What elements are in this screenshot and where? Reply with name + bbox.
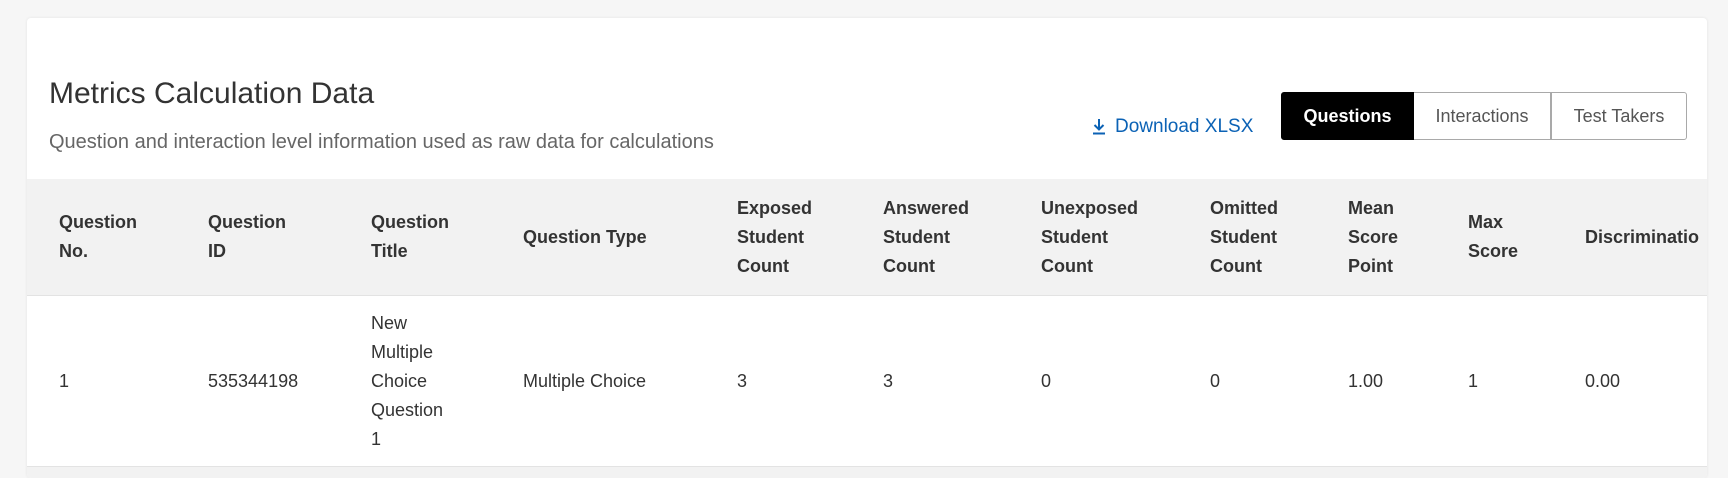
table-row: 1 535344198 New Multiple Choice Question… — [27, 296, 1707, 467]
cell-discrimination: 0.00 — [1585, 370, 1621, 391]
table-header-row: Question No. Question ID Question Title … — [27, 179, 1707, 296]
cell-question-no: 1 — [59, 370, 70, 391]
table-footer-strip — [27, 467, 1707, 478]
view-toggle: Questions Interactions Test Takers — [1281, 92, 1687, 140]
page-subtitle: Question and interaction level informati… — [49, 131, 714, 153]
cell-question-title: New Multiple Choice Question 1 — [371, 312, 444, 449]
cell-mean-score-point: 1.00 — [1348, 370, 1384, 391]
column-header-max-score[interactable]: Max Score — [1468, 179, 1518, 295]
column-header-question-no[interactable]: Question No. — [59, 179, 137, 295]
tab-test-takers[interactable]: Test Takers — [1551, 92, 1687, 140]
download-label: Download XLSX — [1115, 116, 1254, 137]
page-title: Metrics Calculation Data — [49, 77, 375, 110]
column-header-unexposed-student-count[interactable]: Unexposed Student Count — [1041, 179, 1138, 295]
cell-question-type: Multiple Choice — [523, 370, 647, 391]
cell-exposed-student-count: 3 — [737, 370, 748, 391]
cell-max-score: 1 — [1468, 370, 1479, 391]
column-header-question-type[interactable]: Question Type — [523, 179, 647, 295]
cell-unexposed-student-count: 0 — [1041, 370, 1052, 391]
cell-answered-student-count: 3 — [883, 370, 894, 391]
column-header-omitted-student-count[interactable]: Omitted Student Count — [1210, 179, 1278, 295]
tab-questions[interactable]: Questions — [1281, 92, 1414, 140]
cell-omitted-student-count: 0 — [1210, 370, 1221, 391]
column-header-exposed-student-count[interactable]: Exposed Student Count — [737, 179, 812, 295]
column-header-mean-score-point[interactable]: Mean Score Point — [1348, 179, 1398, 295]
page: Metrics Calculation Data Question and in… — [0, 0, 1728, 478]
column-header-discrimination[interactable]: Discriminatio — [1585, 179, 1699, 295]
column-header-answered-student-count[interactable]: Answered Student Count — [883, 179, 969, 295]
download-xlsx-link[interactable]: Download XLSX — [1091, 112, 1253, 142]
cell-question-id: 535344198 — [208, 370, 299, 391]
metrics-card: Metrics Calculation Data Question and in… — [27, 18, 1707, 478]
column-header-question-id[interactable]: Question ID — [208, 179, 286, 295]
tab-interactions[interactable]: Interactions — [1414, 92, 1551, 140]
column-header-question-title[interactable]: Question Title — [371, 179, 449, 295]
download-icon — [1093, 119, 1105, 135]
